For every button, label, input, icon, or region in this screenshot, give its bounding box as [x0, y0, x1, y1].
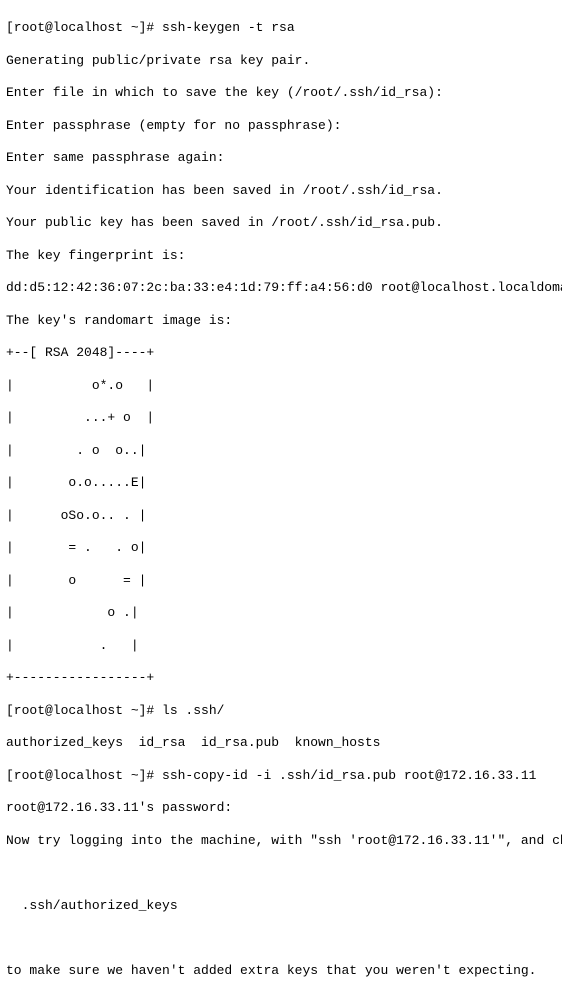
prompt-line-1: [root@localhost ~]# ssh-keygen -t rsa: [6, 20, 295, 35]
randomart-row: | o .|: [6, 605, 139, 620]
output-fingerprint: dd:d5:12:42:36:07:2c:ba:33:e4:1d:79:ff:a…: [6, 280, 562, 295]
output-generating: Generating public/private rsa key pair.: [6, 53, 310, 68]
ls-output: authorized_keys id_rsa id_rsa.pub known_…: [6, 735, 380, 750]
randomart-row: | o.o.....E|: [6, 475, 146, 490]
randomart-row: +--[ RSA 2048]----+: [6, 345, 154, 360]
ssh-copy-makesure: to make sure we haven't added extra keys…: [6, 963, 537, 978]
ssh-copy-password: root@172.16.33.11's password:: [6, 800, 232, 815]
randomart-row: | . |: [6, 638, 139, 653]
randomart-row: | ...+ o |: [6, 410, 154, 425]
prompt-line-2: [root@localhost ~]# ls .ssh/: [6, 703, 224, 718]
randomart-row: | oSo.o.. . |: [6, 508, 146, 523]
output-enter-file: Enter file in which to save the key (/ro…: [6, 85, 443, 100]
randomart-row: | o = |: [6, 573, 146, 588]
output-fingerprint-label: The key fingerprint is:: [6, 248, 185, 263]
output-enter-passphrase-again: Enter same passphrase again:: [6, 150, 224, 165]
ssh-copy-authkeys: .ssh/authorized_keys: [6, 898, 178, 913]
ssh-copy-try: Now try logging into the machine, with "…: [6, 833, 562, 848]
output-randomart-label: The key's randomart image is:: [6, 313, 232, 328]
randomart-row: | . o o..|: [6, 443, 146, 458]
output-id-saved: Your identification has been saved in /r…: [6, 183, 443, 198]
randomart-row: +-----------------+: [6, 670, 154, 685]
randomart-row: | = . . o|: [6, 540, 146, 555]
output-enter-passphrase: Enter passphrase (empty for no passphras…: [6, 118, 341, 133]
randomart-row: | o*.o |: [6, 378, 154, 393]
output-pub-saved: Your public key has been saved in /root/…: [6, 215, 443, 230]
prompt-line-3: [root@localhost ~]# ssh-copy-id -i .ssh/…: [6, 768, 537, 783]
